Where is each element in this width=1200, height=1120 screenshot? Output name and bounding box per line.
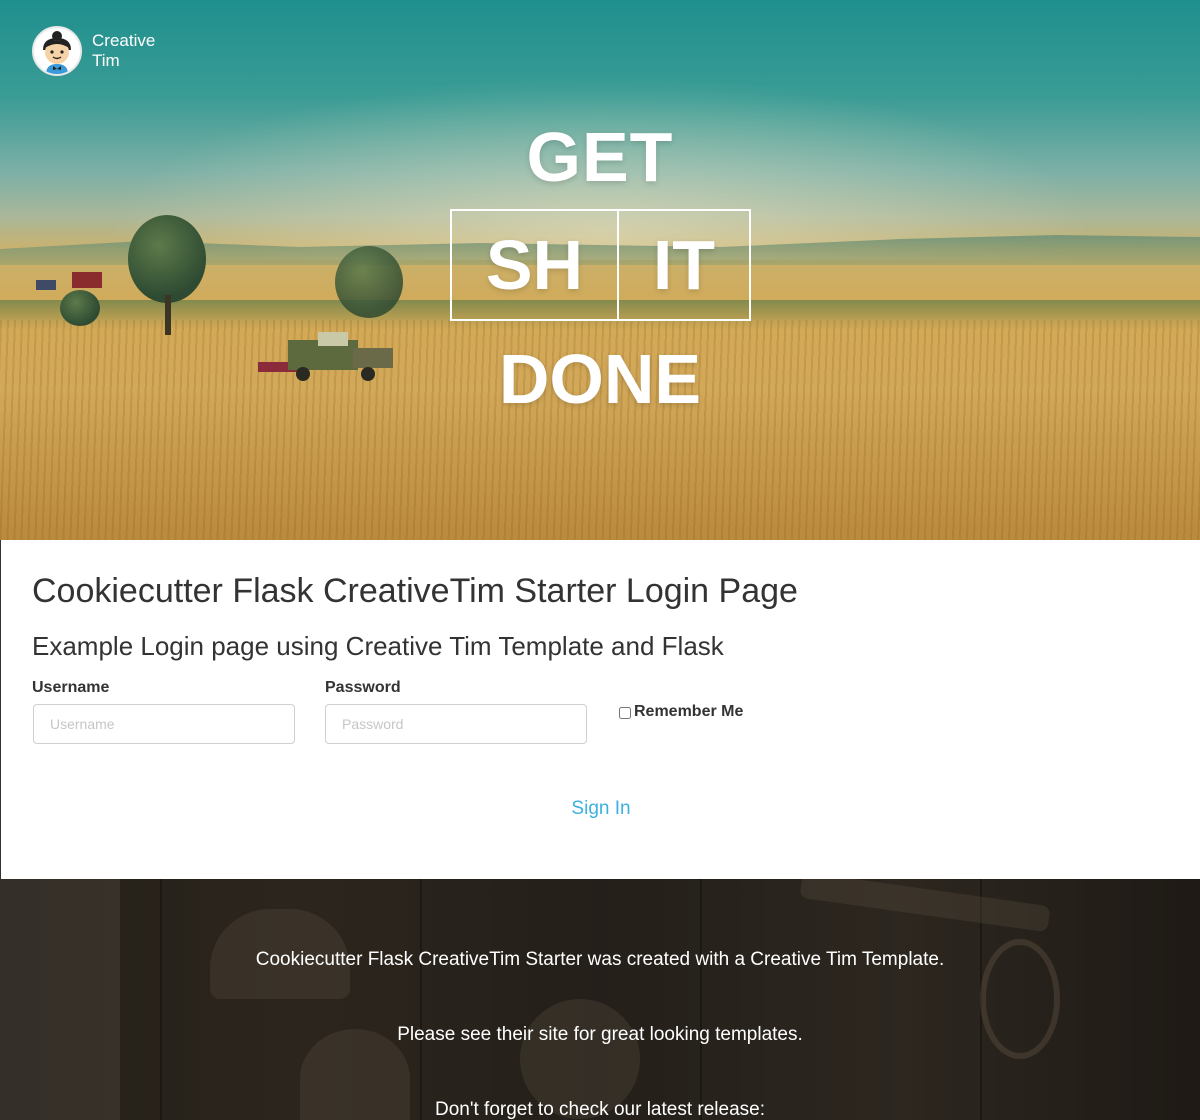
brand-name-line1: Creative [92,31,156,50]
remember-me[interactable]: Remember Me [619,703,743,721]
signin-row: Sign In [1,798,1200,820]
headline-boxed-left: SH [452,211,619,319]
remember-me-label: Remember Me [634,703,744,720]
sign-in-button[interactable]: Sign In [571,798,630,819]
headline-boxed-right: IT [652,226,716,304]
tree-trunk [165,295,171,335]
hero-banner: Creative Tim GET SH IT DONE [0,0,1200,540]
tree-image [335,246,403,318]
brand-name: Creative Tim [92,31,164,71]
tree-image [128,215,206,303]
username-label: Username [32,679,110,696]
creative-tim-avatar-icon [32,26,82,76]
headline-line1: GET [526,118,674,196]
page-subtitle: Example Login page using Creative Tim Te… [32,631,724,661]
brand-name-line2: Tim [92,51,120,70]
footer: Cookiecutter Flask CreativeTim Starter w… [0,879,1200,1120]
password-input[interactable] [325,704,587,744]
remember-me-checkbox[interactable] [619,707,631,719]
headline-boxed-row: SH IT [450,209,751,321]
footer-line1: Cookiecutter Flask CreativeTim Starter w… [255,949,945,970]
username-input[interactable] [33,704,295,744]
footer-line3: Don't forget to check our latest release… [435,1099,765,1120]
page-title: Cookiecutter Flask CreativeTim Starter L… [32,572,798,610]
footer-line2: Please see their site for great looking … [397,1024,803,1045]
tractor-image [36,272,102,290]
headline-line3: DONE [498,340,702,418]
login-section: Cookiecutter Flask CreativeTim Starter L… [0,540,1200,879]
footer-overlay [0,879,1200,1120]
brand-logo[interactable]: Creative Tim [32,26,164,76]
tree-image [60,290,100,326]
password-label: Password [325,679,401,696]
hero-headline: GET SH IT DONE [0,118,1200,418]
